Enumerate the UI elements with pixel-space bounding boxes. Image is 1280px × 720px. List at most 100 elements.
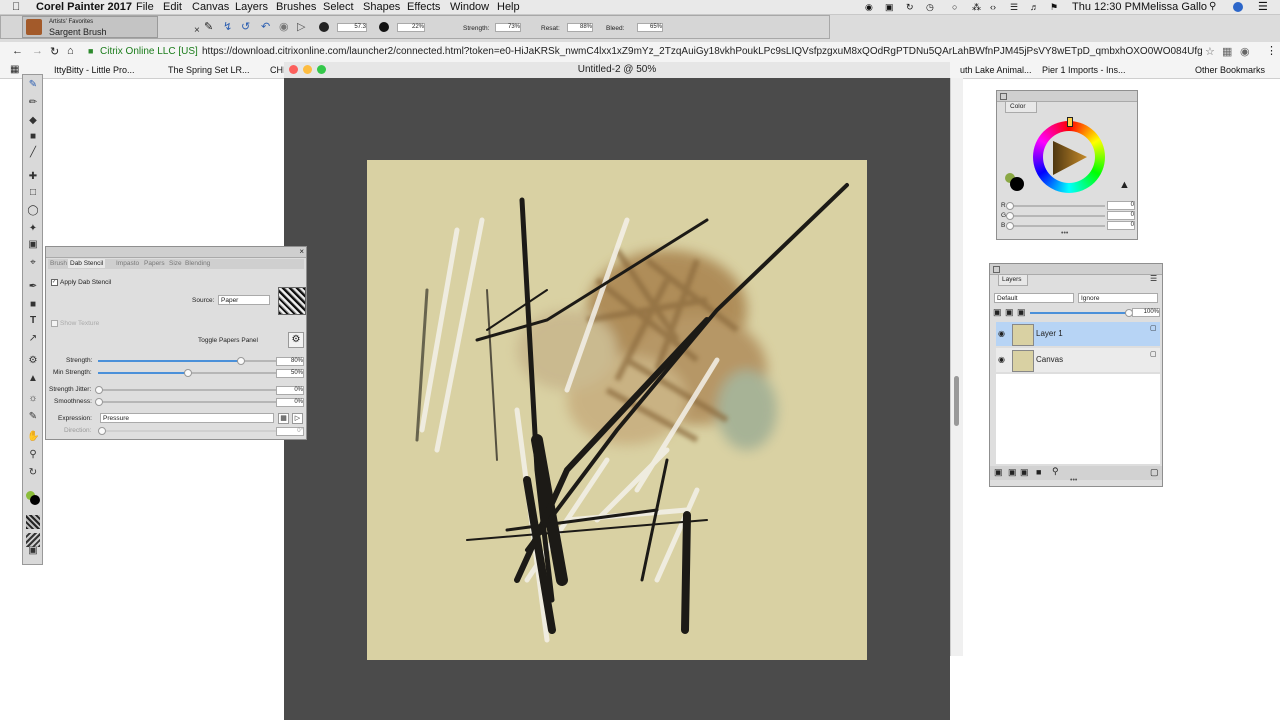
text-icon[interactable]: T [27,315,39,327]
scrollbar-thumb[interactable] [954,376,959,426]
grabber-icon[interactable]: ✋ [27,431,39,443]
delete-layer-icon[interactable]: ▢ [1150,467,1159,478]
visibility-eye-icon[interactable]: ◉ [998,355,1005,364]
app-menu[interactable]: Corel Painter 2017 [36,0,132,14]
strength-jitter-slider[interactable] [95,386,276,394]
crop-icon[interactable]: ⌖ [27,257,39,269]
panel-close-icon[interactable]: × [299,247,304,256]
bookmark-south-lake[interactable]: uth Lake Animal... [960,63,1032,77]
bluetooth-icon[interactable]: ⁂ [972,0,981,14]
siri-icon[interactable] [1233,2,1243,12]
extension-icon[interactable]: ▦ [1222,45,1232,58]
strength-field[interactable]: 73% [495,23,521,32]
layer-commands-icon[interactable]: ▣ [994,467,1003,478]
menu-help[interactable]: Help [497,0,520,14]
min-strength-value[interactable]: 50% [276,369,304,378]
main-color-swatch[interactable] [30,495,40,505]
lasso-icon[interactable]: ◯ [27,205,39,217]
layers-tab[interactable]: Layers [998,274,1028,286]
brush-tool-icon[interactable]: ✎ [204,20,213,33]
stamp-icon[interactable]: ▲ [1119,179,1130,191]
circle-icon[interactable]: ○ [952,0,957,14]
tab-papers[interactable]: Papers [144,260,165,267]
tab-size[interactable]: Size [169,260,182,267]
bookmark-spring-set[interactable]: The Spring Set LR... [168,63,250,77]
flag-icon[interactable]: ⚑ [1050,0,1058,14]
record-icon[interactable]: ◉ [279,20,289,33]
reload-icon[interactable]: ↻ [50,45,59,58]
layer-opacity-value[interactable]: 100% [1132,308,1160,317]
paper-icon[interactable] [26,515,40,529]
g-slider[interactable] [1006,212,1105,220]
star-icon[interactable]: ☆ [1205,45,1215,58]
layer-row-layer1[interactable]: ◉ Layer 1 ▢ [996,322,1160,346]
show-texture-checkbox[interactable] [51,320,58,327]
extension2-icon[interactable]: ◉ [1240,45,1250,58]
rubber-stamp-icon[interactable]: ▲ [27,373,39,385]
painting-canvas[interactable] [367,160,867,660]
main-color-circle[interactable] [1010,177,1024,191]
opacity-field[interactable]: 22% [397,23,425,32]
layer-row-canvas[interactable]: ◉ Canvas ▢ [996,348,1160,372]
visibility-eye-icon[interactable]: ◉ [998,329,1005,338]
gear-icon[interactable]: ⚙ [288,332,304,348]
menu-file[interactable]: File [136,0,154,14]
brush-icon[interactable]: ✎ [27,79,39,91]
color-triangle[interactable] [1047,135,1091,179]
document-titlebar[interactable]: Untitled-2 @ 50% [284,62,950,79]
url-input[interactable]: https://download.citrixonline.com/launch… [202,46,1202,57]
flip-icon[interactable]: ▷ [297,20,305,33]
code-icon[interactable]: ‹› [990,0,996,14]
smoothness-slider[interactable] [95,398,276,406]
color-wheel[interactable] [1033,117,1105,193]
smoothness-value[interactable]: 0% [276,398,304,407]
clock-icon[interactable]: ◷ [926,0,934,14]
mask-icon[interactable]: ■ [1036,467,1041,477]
pick-up-underlying-icon[interactable]: ▣ [1005,307,1014,318]
menu-select[interactable]: Select [323,0,354,14]
paper-preview-icon[interactable] [278,287,306,315]
menu-window[interactable]: Window [450,0,489,14]
bookmark-ittybitty[interactable]: IttyBitty - Little Pro... [54,63,135,77]
bookmark-pier1[interactable]: Pier 1 Imports - Ins... [1042,63,1126,77]
color-panel-close-icon[interactable] [1000,93,1007,100]
lock-status-icon[interactable]: ▢ [1150,350,1157,358]
shape-selection-icon[interactable]: ↗ [27,333,39,345]
r-slider[interactable] [1006,202,1105,210]
menu-edit[interactable]: Edit [163,0,182,14]
min-strength-slider[interactable] [98,369,276,377]
brush-selector[interactable]: Artists' Favorites Sargent Brush [22,16,158,38]
b-slider[interactable] [1006,222,1105,230]
pen-icon[interactable]: ✒ [27,281,39,293]
size-field[interactable]: 57.3 [337,23,367,32]
status-icon[interactable]: ◉ [865,0,873,14]
b-value[interactable]: 0 [1107,221,1135,230]
menu-brushes[interactable]: Brushes [276,0,316,14]
color-tab[interactable]: Color [1005,101,1037,113]
strength-slider-value[interactable]: 80% [276,357,304,366]
panel-grip-icon[interactable]: ••• [1061,230,1068,237]
strength-jitter-value[interactable]: 0% [276,386,304,395]
magic-wand-icon[interactable]: ✦ [27,223,39,235]
mirror-icon[interactable]: ✎ [27,411,39,423]
forward-icon[interactable]: → [32,45,43,57]
notifications-icon[interactable]: ☰ [1258,0,1268,14]
hue-ring-handle[interactable] [1067,117,1073,127]
bleed-field[interactable]: 65% [637,23,663,32]
sync-icon[interactable]: ↻ [906,0,914,14]
rotate-page-icon[interactable]: ↻ [27,467,39,479]
menu-shapes[interactable]: Shapes [363,0,400,14]
source-dropdown[interactable]: Paper [218,295,270,305]
stroke-icon[interactable]: ↯ [223,20,232,33]
preserve-transparency-icon[interactable]: ▣ [993,307,1002,318]
shape-icon[interactable]: ■ [27,299,39,311]
screen-icon[interactable]: ▣ [885,0,894,14]
back-icon[interactable]: ← [12,45,23,57]
eraser-icon[interactable]: ■ [27,131,39,143]
layer-adjuster-icon[interactable]: ✚ [27,171,39,183]
spotlight-icon[interactable]: ⚲ [1209,0,1216,14]
panel-grip-icon[interactable]: ••• [1070,477,1077,484]
apps-icon[interactable]: ▦ [10,64,19,75]
composite-method-dropdown[interactable]: Default [994,293,1074,303]
bookmark-other[interactable]: Other Bookmarks [1195,63,1265,77]
